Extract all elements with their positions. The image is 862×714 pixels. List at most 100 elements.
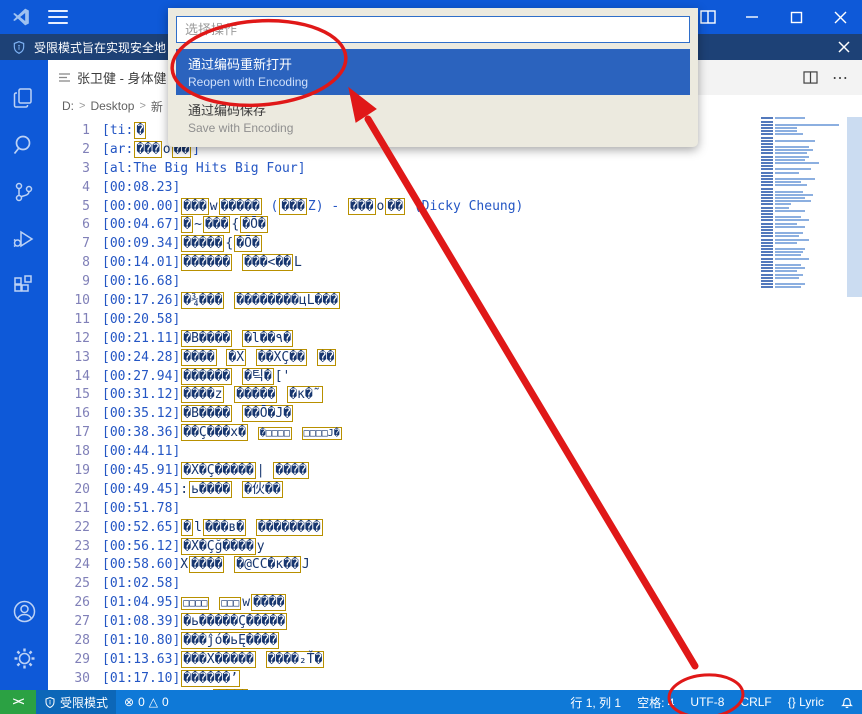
split-editor-icon[interactable] — [803, 71, 818, 84]
shield-icon — [44, 696, 56, 709]
explorer-icon[interactable] — [0, 74, 48, 121]
code-line[interactable]: 15 [00:31.12] ����z ����� �κ�˜ — [48, 386, 862, 405]
code-line[interactable]: 18 [00:44.11] — [48, 443, 862, 462]
minimap-line — [761, 283, 845, 286]
activity-bar — [0, 60, 48, 690]
code-line[interactable]: 19 [00:45.91] �X�Ç����� | ���� — [48, 462, 862, 481]
code-line[interactable]: 7 [00:09.34] �����{�Ō� — [48, 235, 862, 254]
tab-label: 张卫健 - 身体健 — [77, 71, 167, 86]
scrollbar[interactable] — [847, 117, 862, 297]
code-line[interactable]: 28 [01:10.80] ���ĵó�ьĘ���� — [48, 632, 862, 651]
minimap-line — [761, 219, 845, 222]
breadcrumb-desktop[interactable]: Desktop — [90, 99, 134, 113]
quick-pick-item-save[interactable]: 通过编码保存 Save with Encoding — [176, 95, 690, 141]
language-mode-item[interactable]: {} Lyric — [780, 690, 832, 714]
code-line[interactable]: 21 [00:51.78] — [48, 500, 862, 519]
minimap-line — [761, 206, 845, 209]
code-line[interactable]: 5 [00:00.00] ��� w ����� (��� Z) - ��� o �� (Di… — [48, 197, 862, 217]
settings-gear-icon[interactable] — [0, 635, 48, 682]
line-number: 28 — [74, 633, 90, 649]
minimap[interactable] — [761, 117, 845, 289]
vscode-logo-icon[interactable] — [10, 6, 32, 28]
indentation-item[interactable]: 空格: 4 — [629, 690, 682, 714]
code-line[interactable]: 16 [00:35.12] �B���� ��Ō�J� — [48, 405, 862, 424]
code-line[interactable]: 31[01:20.46]□□□ ���� — [48, 688, 862, 690]
restricted-mode-item[interactable]: 受限模式 — [36, 690, 117, 714]
breadcrumb-drive[interactable]: D: — [62, 99, 74, 113]
banner-close-icon[interactable] — [838, 41, 850, 53]
encoding-item[interactable]: UTF-8 — [682, 690, 732, 714]
code-line[interactable]: 10 [00:17.26] �¾��� ��������цL��� — [48, 292, 862, 311]
restricted-mode-label: 受限模式 — [60, 695, 109, 710]
minimize-button[interactable] — [730, 0, 774, 34]
line-number: 2 — [82, 141, 90, 157]
code-line[interactable]: 8 [00:14.01] ������ ���<�� L — [48, 254, 862, 273]
minimap-line — [761, 279, 845, 282]
problems-item[interactable]: ⊗ 0 △ 0 — [116, 690, 177, 714]
code-line[interactable]: 23 [00:56.12] �X�Çğ���� y — [48, 537, 862, 557]
chevron-right-icon: > — [79, 100, 86, 112]
remote-indicator[interactable]: >< — [0, 690, 36, 714]
editor[interactable]: 1 [ti: � 2 [ar: ��� o ��] 3 [al:The Big Hits Big … — [48, 117, 862, 690]
minimap-line — [761, 149, 845, 152]
notifications-bell-icon[interactable] — [832, 690, 862, 714]
line-number: 21 — [74, 500, 90, 516]
minimap-line — [761, 130, 845, 133]
code-line[interactable]: 13 [00:24.28] ���� �X ��XÇ�� �� — [48, 348, 862, 368]
eol-item[interactable]: CRLF — [732, 690, 779, 714]
source-control-icon[interactable] — [0, 168, 48, 215]
line-number: 15 — [74, 387, 90, 403]
quick-pick-item-reopen[interactable]: 通过编码重新打开 Reopen with Encoding — [176, 49, 690, 95]
code-line[interactable]: 14 [00:27.94] ������ �틱� [' — [48, 367, 862, 387]
error-count: 0 — [138, 695, 145, 709]
code-line[interactable]: 30 [01:17.10] ������’ — [48, 669, 862, 689]
vscode-window: 受限模式旨在实现安全地 张卫健 - 身体健 ⋯ D: > Desktop > 新… — [0, 0, 862, 714]
code-line[interactable]: 22 [00:52.65] � l ���в� �������� — [48, 518, 862, 538]
line-number: 27 — [74, 614, 90, 630]
line-number: 16 — [74, 406, 90, 422]
extensions-icon[interactable] — [0, 262, 48, 309]
line-number: 7 — [82, 236, 90, 252]
more-actions-icon[interactable]: ⋯ — [832, 68, 848, 88]
status-bar: >< 受限模式 ⊗ 0 △ 0 行 1, 列 1 空格: 4 UTF-8 CRL… — [0, 690, 862, 714]
line-number: 6 — [82, 217, 90, 233]
file-icon — [58, 71, 71, 84]
minimap-line — [761, 187, 845, 190]
minimap-line — [761, 235, 845, 238]
code-line[interactable]: 20 [00:49.45]: ь���� �伙�� — [48, 480, 862, 500]
minimap-line — [761, 126, 845, 129]
code-line[interactable]: 12 [00:21.11] �B���� �l��٩� — [48, 329, 862, 349]
code-line[interactable]: 17 [00:38.36] ��Ç���x� �□□□□ □□□□J� — [48, 424, 862, 443]
code-line[interactable]: 27 [01:08.39] �ь�����Ç����� — [48, 613, 862, 632]
minimap-line — [761, 152, 845, 155]
account-icon[interactable] — [0, 588, 48, 635]
minimap-line — [761, 123, 845, 126]
code-line[interactable]: 9 [00:16.68] — [48, 273, 862, 292]
line-number: 12 — [74, 330, 90, 346]
code-line[interactable]: 11 [00:20.58] — [48, 311, 862, 330]
minimap-line — [761, 158, 845, 161]
code-line[interactable]: 29 [01:13.63] ���X����� ����₂Ť� — [48, 650, 862, 670]
minimap-line — [761, 286, 845, 289]
close-button[interactable] — [818, 0, 862, 34]
code-line[interactable]: 3 [al:The Big Hits Big Four] — [48, 160, 862, 179]
tab-lyric-file[interactable]: 张卫健 - 身体健 — [48, 60, 182, 95]
quick-pick-input[interactable] — [176, 16, 690, 43]
menu-icon[interactable] — [48, 10, 68, 24]
code-line[interactable]: 24 [00:58.60]X ���� �@CC�κ�� J — [48, 556, 862, 575]
breadcrumb-folder[interactable]: 新 — [151, 98, 163, 115]
minimap-line — [761, 238, 845, 241]
cursor-position-item[interactable]: 行 1, 列 1 — [562, 690, 629, 714]
maximize-button[interactable] — [774, 0, 818, 34]
code-line[interactable]: 4 [00:08.23] — [48, 179, 862, 198]
code-line[interactable]: 6 [00:04.67] � ~ ���{�Ō� — [48, 216, 862, 235]
minimap-line — [761, 257, 845, 260]
minimap-line — [761, 203, 845, 206]
run-debug-icon[interactable] — [0, 215, 48, 262]
line-number: 30 — [74, 670, 90, 686]
search-icon[interactable] — [0, 121, 48, 168]
minimap-line — [761, 197, 845, 200]
line-number: 11 — [74, 311, 90, 327]
code-line[interactable]: 26 [01:04.95] □□□□ □□□ w ���� — [48, 594, 862, 613]
code-line[interactable]: 25 [01:02.58] — [48, 575, 862, 594]
